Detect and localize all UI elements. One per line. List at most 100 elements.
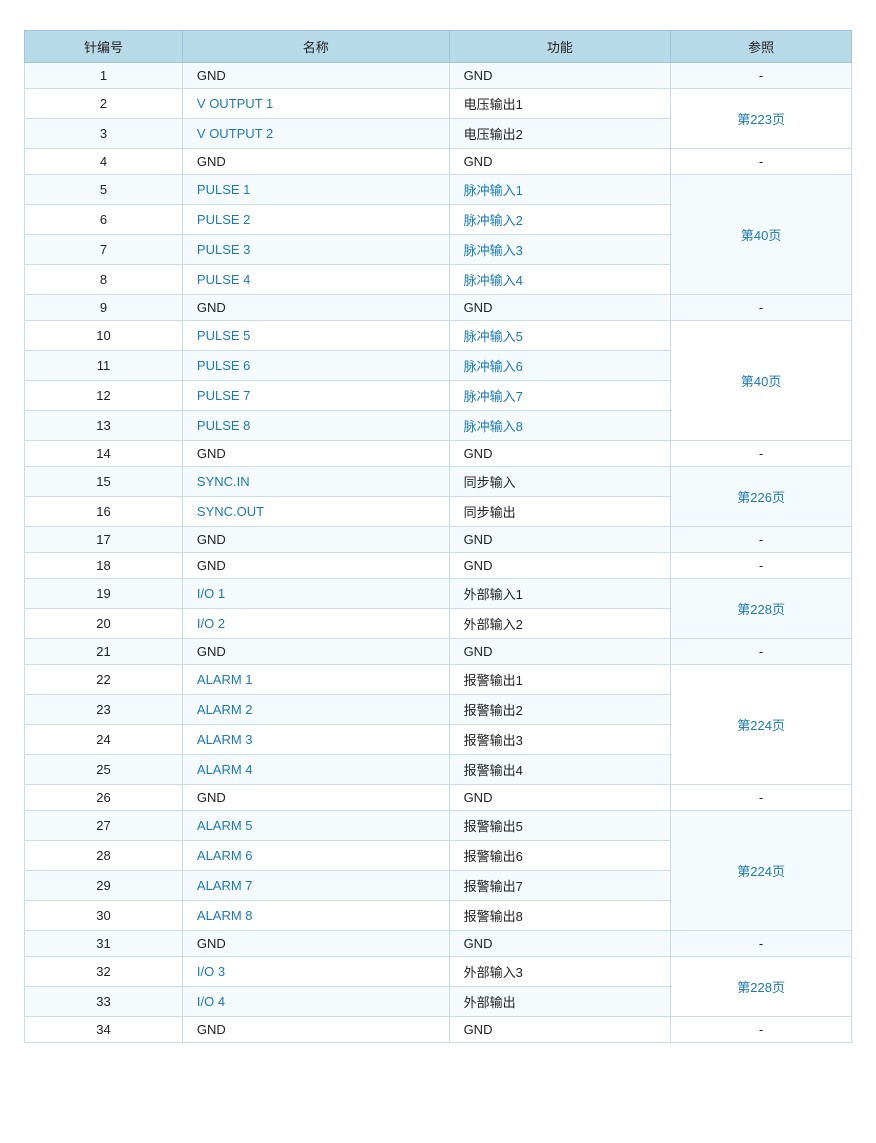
terminal-table: 针编号 名称 功能 参照 1GNDGND-2V OUTPUT 1电压输出1第22… [24,30,852,1043]
name-cell: GND [182,441,449,467]
func-cell: 脉冲输入1 [449,175,671,205]
pin-cell: 26 [25,785,183,811]
pin-cell: 27 [25,811,183,841]
func-cell: GND [449,149,671,175]
pin-cell: 18 [25,553,183,579]
pin-cell: 13 [25,411,183,441]
name-cell: GND [182,1017,449,1043]
name-cell: ALARM 6 [182,841,449,871]
pin-cell: 6 [25,205,183,235]
pin-cell: 16 [25,497,183,527]
name-cell: GND [182,553,449,579]
pin-cell: 1 [25,63,183,89]
col-func: 功能 [449,31,671,63]
name-cell: PULSE 6 [182,351,449,381]
table-row: 15SYNC.IN同步输入第226页 [25,467,852,497]
table-row: 4GNDGND- [25,149,852,175]
func-cell: 外部输入2 [449,609,671,639]
name-cell: GND [182,785,449,811]
func-cell: 脉冲输入5 [449,321,671,351]
func-cell: 报警输出6 [449,841,671,871]
name-cell: PULSE 3 [182,235,449,265]
name-cell: I/O 4 [182,987,449,1017]
pin-cell: 20 [25,609,183,639]
name-cell: PULSE 2 [182,205,449,235]
func-cell: GND [449,785,671,811]
table-row: 27ALARM 5报警输出5第224页 [25,811,852,841]
ref-cell: - [671,1017,852,1043]
name-cell: V OUTPUT 2 [182,119,449,149]
table-row: 17GNDGND- [25,527,852,553]
pin-cell: 14 [25,441,183,467]
name-cell: V OUTPUT 1 [182,89,449,119]
name-cell: ALARM 4 [182,755,449,785]
func-cell: 电压输出1 [449,89,671,119]
table-row: 9GNDGND- [25,295,852,321]
func-cell: 报警输出7 [449,871,671,901]
name-cell: I/O 2 [182,609,449,639]
table-row: 32I/O 3外部输入3第228页 [25,957,852,987]
ref-cell: 第40页 [671,175,852,295]
func-cell: 脉冲输入3 [449,235,671,265]
table-row: 22ALARM 1报警输出1第224页 [25,665,852,695]
func-cell: GND [449,931,671,957]
pin-cell: 7 [25,235,183,265]
pin-cell: 4 [25,149,183,175]
func-cell: 脉冲输入6 [449,351,671,381]
col-ref: 参照 [671,31,852,63]
pin-cell: 31 [25,931,183,957]
col-pin: 针编号 [25,31,183,63]
name-cell: GND [182,149,449,175]
ref-cell: - [671,295,852,321]
name-cell: I/O 3 [182,957,449,987]
table-row: 31GNDGND- [25,931,852,957]
ref-cell: 第40页 [671,321,852,441]
table-row: 2V OUTPUT 1电压输出1第223页 [25,89,852,119]
name-cell: ALARM 5 [182,811,449,841]
name-cell: GND [182,931,449,957]
ref-cell: 第224页 [671,665,852,785]
ref-cell: 第228页 [671,579,852,639]
name-cell: ALARM 2 [182,695,449,725]
func-cell: GND [449,527,671,553]
name-cell: GND [182,295,449,321]
name-cell: ALARM 3 [182,725,449,755]
ref-cell: - [671,149,852,175]
table-row: 18GNDGND- [25,553,852,579]
func-cell: 报警输出2 [449,695,671,725]
table-row: 5PULSE 1脉冲输入1第40页 [25,175,852,205]
func-cell: 报警输出4 [449,755,671,785]
ref-cell: 第223页 [671,89,852,149]
name-cell: SYNC.OUT [182,497,449,527]
func-cell: GND [449,295,671,321]
pin-cell: 28 [25,841,183,871]
func-cell: 报警输出3 [449,725,671,755]
name-cell: ALARM 8 [182,901,449,931]
func-cell: GND [449,63,671,89]
name-cell: ALARM 1 [182,665,449,695]
pin-cell: 29 [25,871,183,901]
pin-cell: 8 [25,265,183,295]
pin-cell: 15 [25,467,183,497]
table-row: 21GNDGND- [25,639,852,665]
func-cell: 外部输入3 [449,957,671,987]
pin-cell: 5 [25,175,183,205]
func-cell: 脉冲输入7 [449,381,671,411]
pin-cell: 34 [25,1017,183,1043]
func-cell: 报警输出1 [449,665,671,695]
func-cell: 脉冲输入4 [449,265,671,295]
table-row: 26GNDGND- [25,785,852,811]
pin-cell: 24 [25,725,183,755]
name-cell: GND [182,639,449,665]
func-cell: GND [449,553,671,579]
func-cell: 外部输入1 [449,579,671,609]
func-cell: 脉冲输入8 [449,411,671,441]
pin-cell: 12 [25,381,183,411]
ref-cell: 第224页 [671,811,852,931]
func-cell: GND [449,441,671,467]
name-cell: GND [182,63,449,89]
table-row: 19I/O 1外部输入1第228页 [25,579,852,609]
name-cell: PULSE 1 [182,175,449,205]
pin-cell: 17 [25,527,183,553]
func-cell: 报警输出8 [449,901,671,931]
